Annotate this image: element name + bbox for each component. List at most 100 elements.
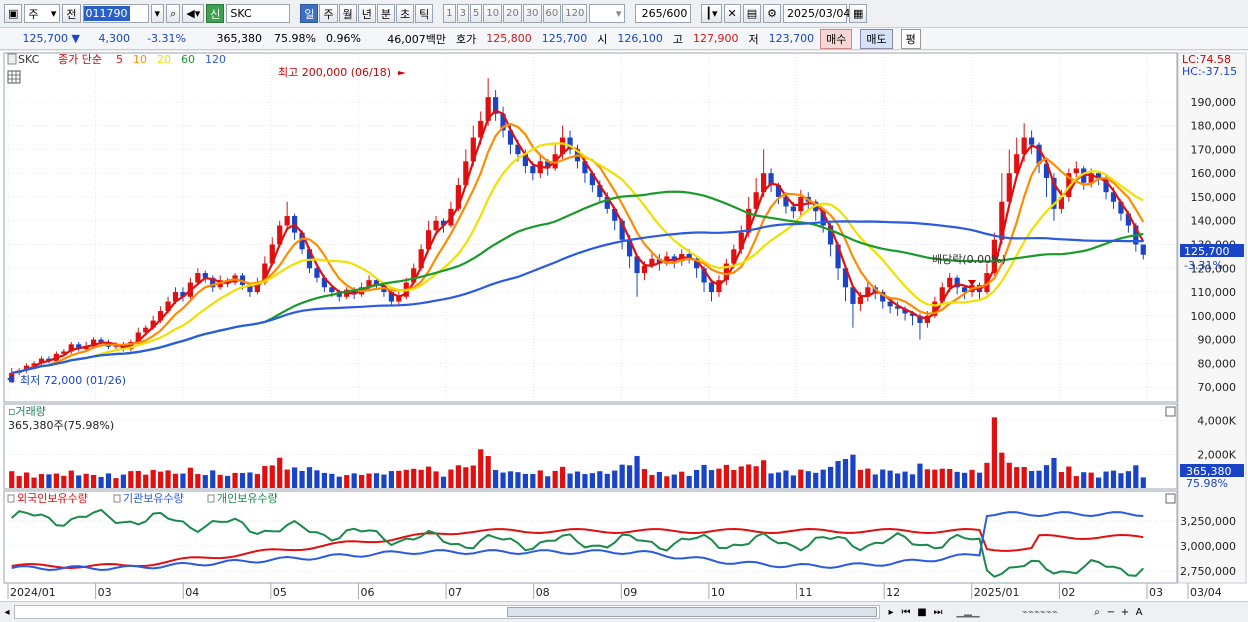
candle-body	[790, 206, 796, 212]
volume-bar	[68, 470, 74, 488]
chart-area[interactable]: 190,000 180,000 170,000 160,000 150,000 140,0…	[0, 51, 1248, 601]
volume-bar	[1088, 472, 1094, 488]
sound-icon[interactable]: ◀▾	[182, 4, 205, 23]
period-tab-4[interactable]: 분	[376, 4, 395, 23]
volume-bar	[1073, 476, 1079, 488]
scroll-left-icon[interactable]: ◂	[0, 607, 14, 618]
period-tab-3[interactable]: 년	[357, 4, 376, 23]
date-field[interactable]: 2025/03/04	[783, 4, 850, 23]
candle-type-icon[interactable]: ┃▾	[701, 4, 722, 23]
period-tab-2[interactable]: 월	[338, 4, 357, 23]
table-icon[interactable]	[7, 70, 21, 84]
code-dropdown-icon[interactable]: ▾	[150, 4, 165, 23]
volume-bar	[239, 472, 246, 488]
volume-bar	[180, 473, 186, 488]
interval-button-3[interactable]: 3	[456, 4, 469, 23]
volume-bar	[448, 469, 454, 488]
candle-count-field[interactable]: 265/600	[635, 4, 692, 23]
search-icon[interactable]: ⌕	[1090, 607, 1104, 618]
stock-name-field[interactable]: SKC	[226, 4, 291, 23]
volume-bar	[105, 473, 112, 488]
volume-bar	[984, 462, 990, 488]
zoom-in-icon[interactable]: +	[1118, 607, 1132, 618]
volume-bar	[664, 476, 670, 488]
volume-bar	[217, 474, 223, 488]
zoom-slider-icon[interactable]: ▁▂▁	[946, 607, 990, 618]
gear-icon[interactable]: ⚙	[763, 4, 782, 23]
volume-bar	[872, 474, 878, 488]
interval-input[interactable]: ▾	[589, 4, 626, 23]
zoom-out-icon[interactable]: −	[1104, 607, 1118, 618]
volume-bar	[999, 452, 1005, 488]
average-button[interactable]: 평	[900, 28, 921, 49]
volume-bar	[656, 471, 662, 488]
crosshair-icon[interactable]: ✕	[723, 4, 741, 23]
period-tab-1[interactable]: 주	[319, 4, 338, 23]
candle-body	[433, 220, 439, 231]
scroll-right-icon[interactable]: ▸	[884, 607, 898, 618]
holding-legend-item-1: 기관보유수량	[123, 492, 184, 505]
volume-bar	[210, 470, 216, 488]
volume-bar	[671, 474, 677, 488]
volume-bar	[1029, 471, 1035, 488]
interval-button-20[interactable]: 20	[503, 4, 522, 23]
volume-bar	[426, 466, 432, 488]
search-icon[interactable]: ⌕	[166, 4, 181, 23]
period-tab-0[interactable]: 일	[300, 4, 319, 23]
volume-bar	[262, 466, 268, 488]
stop-icon[interactable]: ■	[914, 607, 930, 618]
drawing-tools-icon[interactable]: ⌁⌁⌁⌁⌁⌁	[990, 607, 1090, 618]
chart-settings-icon[interactable]: ▣	[4, 4, 23, 23]
panel-icon[interactable]	[7, 53, 17, 65]
price-tick-label: 190,000	[1191, 96, 1237, 109]
stock-code-input[interactable]: 011790	[82, 4, 149, 23]
volume-bar	[932, 469, 938, 488]
last-page-icon[interactable]: ⏭	[930, 607, 946, 618]
holding-legend-item-0: 외국인보유수량	[17, 492, 88, 505]
sell-button[interactable]: 매도	[860, 28, 893, 49]
volume-bar	[329, 473, 335, 488]
candle-body	[1140, 244, 1146, 255]
interval-button-30[interactable]: 30	[522, 4, 542, 23]
volume-bar	[46, 474, 52, 488]
interval-button-60[interactable]: 60	[542, 4, 562, 23]
interval-button-10[interactable]: 10	[483, 4, 503, 23]
volume-bar	[76, 475, 82, 488]
chart-toolbar: ▣ 주 ▾ 전 011790 ▾ ⌕ ◀▾ 신 SKC 일주월년분초틱 1 3 5 10…	[0, 0, 1248, 28]
volume-bar	[1081, 472, 1087, 488]
volume-bar	[388, 471, 394, 488]
volume-bar	[1140, 477, 1146, 488]
volume-bar	[24, 472, 30, 488]
volume-bar	[500, 472, 506, 488]
volume-bar	[865, 468, 871, 488]
scroll-thumb[interactable]	[507, 607, 877, 617]
volume-bar	[31, 477, 37, 488]
volume-last-pct: 75.98%	[1186, 477, 1228, 490]
interval-button-1[interactable]: 1	[443, 4, 456, 23]
close-icon[interactable]	[1165, 406, 1176, 417]
volume-bar	[976, 472, 983, 488]
volume-bar	[604, 473, 610, 488]
buy-button[interactable]: 매수	[820, 28, 853, 49]
prev-button[interactable]: 전	[62, 4, 81, 23]
date-tick-label: 12	[886, 586, 900, 599]
auto-scale-icon[interactable]: A	[1132, 607, 1146, 618]
candle-count-max: /600	[662, 7, 688, 20]
interval-button-120[interactable]: 120	[562, 4, 588, 23]
market-type-select[interactable]: 주 ▾	[24, 4, 61, 23]
period-tab-6[interactable]: 틱	[415, 4, 434, 23]
volume-bar	[589, 473, 595, 488]
volume-bar	[344, 475, 350, 488]
volume-bar	[366, 473, 372, 488]
scroll-track[interactable]	[14, 605, 880, 619]
period-tab-5[interactable]: 초	[395, 4, 415, 23]
first-page-icon[interactable]: ⏮	[898, 607, 914, 618]
calendar-icon[interactable]: ▦	[849, 4, 868, 23]
volume-bar	[232, 472, 238, 488]
save-icon[interactable]: ▤	[742, 4, 762, 23]
interval-button-5[interactable]: 5	[469, 4, 483, 23]
chart-canvas[interactable]: 190,000 180,000 170,000 160,000 150,000 140,0…	[0, 51, 1248, 601]
volume-bar	[1014, 467, 1020, 488]
volume-bar	[135, 470, 141, 488]
close-icon[interactable]	[1165, 493, 1176, 504]
